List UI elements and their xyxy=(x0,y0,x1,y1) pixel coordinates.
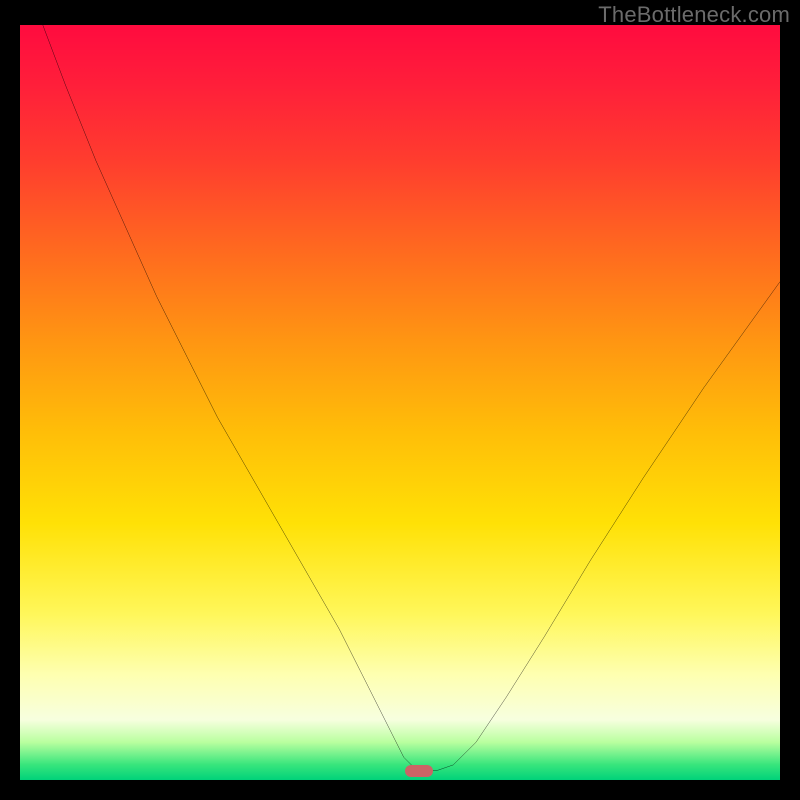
optimal-point-marker xyxy=(405,765,433,777)
plot-area xyxy=(20,25,780,780)
chart-frame: TheBottleneck.com xyxy=(0,0,800,800)
watermark-text: TheBottleneck.com xyxy=(598,2,790,28)
curve-path xyxy=(43,25,780,771)
bottleneck-curve xyxy=(20,25,780,780)
